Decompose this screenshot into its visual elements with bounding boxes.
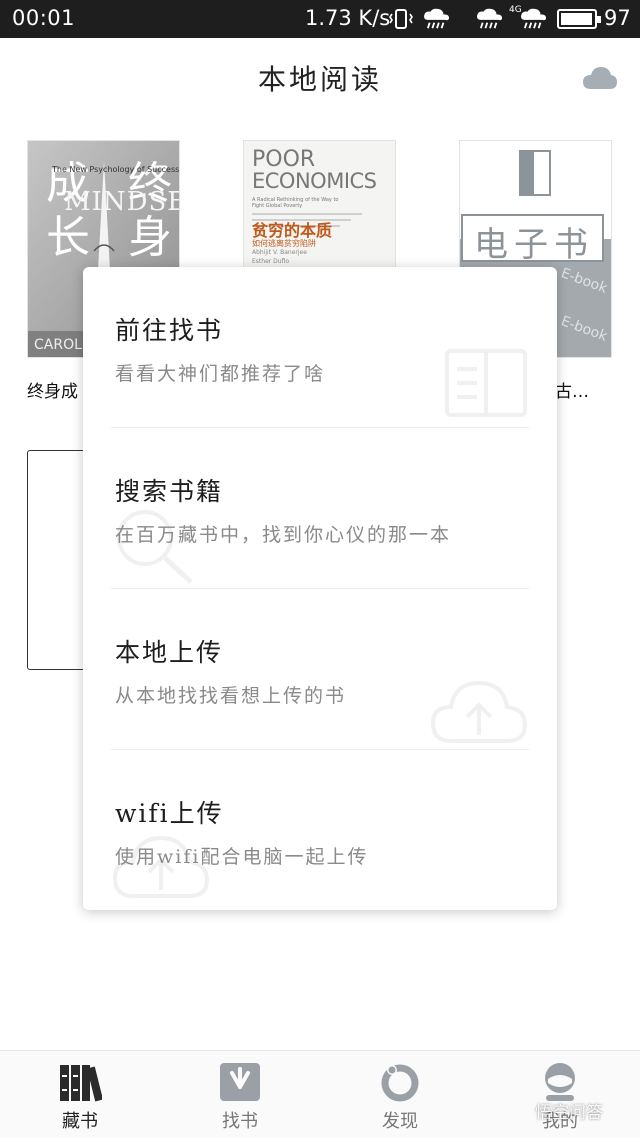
cover-cn-subtitle: 如何逃离贫穷陷阱 — [252, 239, 316, 248]
menu-item-wifi-upload[interactable]: wifi上传 使用wifi配合电脑一起上传 — [83, 750, 557, 910]
battery-icon — [557, 9, 601, 29]
bookshelf-icon — [60, 1065, 102, 1102]
menu-item-subtitle: 在百万藏书中，找到你心仪的那一本 — [115, 524, 452, 546]
cover-subtitle: A Radical Rethinking of the Way to Fight… — [252, 197, 339, 209]
menu-item-subtitle: 看看大神们都推荐了啥 — [115, 363, 326, 385]
bottom-nav: 藏书 找书 发现 我的 — [0, 1050, 640, 1138]
cover-author: Esther Duflo — [252, 258, 290, 265]
rain-icon — [477, 8, 503, 29]
menu-item-go-find-books[interactable]: 前往找书 看看大神们都推荐了啥 — [83, 267, 557, 427]
tab-find-books[interactable]: 找书 — [160, 1051, 320, 1138]
cover-word: MINDSET — [64, 187, 179, 217]
discover-ring-icon — [381, 1064, 419, 1102]
rain-icon — [424, 8, 450, 29]
cloud-icon[interactable] — [582, 64, 618, 92]
rain-icon — [521, 8, 547, 29]
menu-item-title: 前往找书 — [115, 316, 224, 345]
tab-label: 找书 — [222, 1111, 258, 1132]
book-open-icon — [445, 349, 527, 417]
menu-item-subtitle: 从本地找找看想上传的书 — [115, 685, 347, 707]
tab-me[interactable]: 我的 — [480, 1051, 640, 1138]
menu-item-title: 本地上传 — [115, 638, 224, 667]
watermark: 悟空问答 — [535, 1103, 603, 1123]
page-title: 本地阅读 — [257, 63, 382, 96]
tab-label: 藏书 — [62, 1111, 98, 1132]
cover-author: CAROL — [34, 337, 82, 353]
status-bar: 00:01 1.73 K/s 4G 97 — [0, 0, 640, 38]
vibrate-icon — [389, 9, 413, 29]
tab-discover[interactable]: 发现 — [320, 1051, 480, 1138]
menu-item-subtitle: 使用wifi配合电脑一起上传 — [115, 846, 369, 868]
network-speed: 1.73 K/s — [305, 6, 391, 30]
download-box-icon — [220, 1063, 260, 1101]
menu-item-title: 搜索书籍 — [115, 477, 224, 506]
import-menu: 前往找书 看看大神们都推荐了啥 搜索书籍 在百万藏书中，找到你心仪的那一本 本地… — [83, 267, 557, 910]
status-time: 00:01 — [12, 6, 76, 30]
cover-title: 电子书 — [474, 225, 594, 265]
menu-item-local-upload[interactable]: 本地上传 从本地找找看想上传的书 — [83, 589, 557, 749]
tab-label: 发现 — [382, 1111, 418, 1132]
cover-subtitle: The New Psychology of Success — [52, 165, 180, 174]
cloud-upload-icon — [430, 680, 528, 743]
book-title[interactable]: 终身成 — [27, 377, 78, 402]
tab-bookshelf[interactable]: 藏书 — [0, 1051, 160, 1138]
user-icon — [545, 1063, 575, 1101]
book-title[interactable]: 古… — [555, 377, 589, 402]
battery-percent: 97 — [604, 6, 631, 30]
cover-author: Abhijit V. Banerjee — [252, 249, 307, 256]
menu-item-title: wifi上传 — [115, 799, 224, 828]
cover-title: ECONOMICS — [252, 169, 377, 193]
menu-item-search-books[interactable]: 搜索书籍 在百万藏书中，找到你心仪的那一本 — [83, 428, 557, 588]
